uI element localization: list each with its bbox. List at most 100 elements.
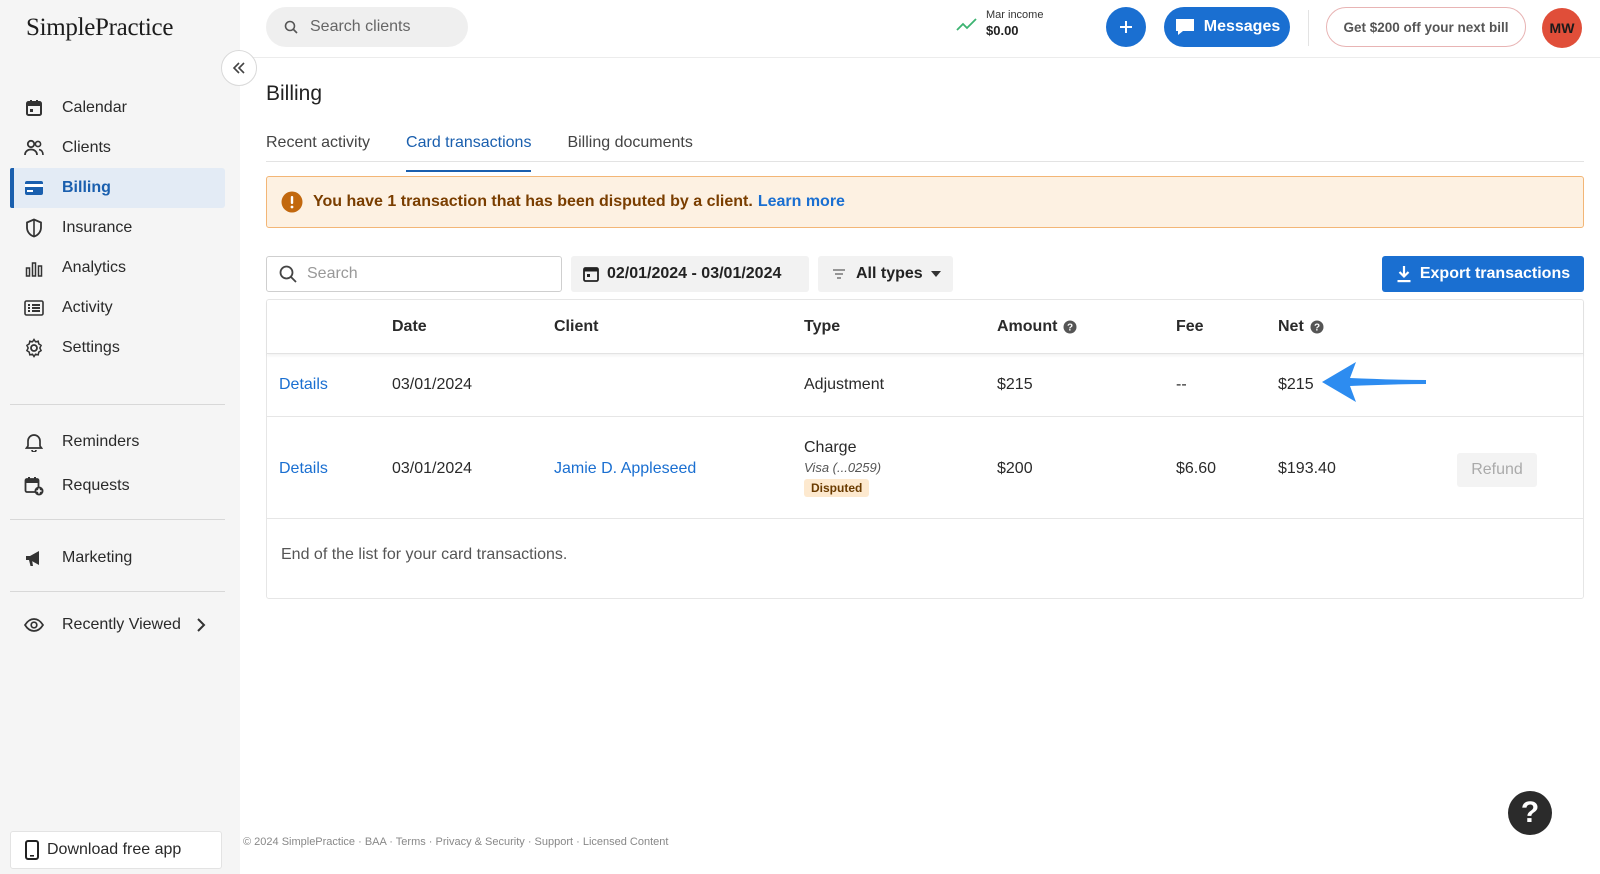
income-summary[interactable]: Mar income $0.00 (956, 9, 1043, 38)
sidebar-item-analytics[interactable]: Analytics (10, 248, 225, 288)
eye-icon (24, 615, 44, 635)
sidebar-item-billing[interactable]: Billing (10, 168, 225, 208)
megaphone-icon (24, 548, 44, 568)
svg-text:?: ? (1314, 323, 1320, 334)
sidebar-item-label: Recently Viewed (62, 616, 181, 633)
promo-button[interactable]: Get $200 off your next bill (1326, 7, 1526, 47)
column-header-amount-label: Amount (997, 318, 1058, 335)
sidebar-item-label: Settings (62, 339, 120, 356)
tab-card-transactions[interactable]: Card transactions (406, 128, 532, 172)
tab-recent-activity[interactable]: Recent activity (266, 128, 370, 164)
search-clients-placeholder: Search clients (310, 18, 411, 35)
column-header-fee: Fee (1176, 318, 1204, 335)
sidebar-item-insurance[interactable]: Insurance (10, 208, 225, 248)
column-header-net: Net ? (1278, 318, 1324, 336)
sidebar-item-label: Clients (62, 139, 111, 156)
row-client[interactable]: Jamie D. Appleseed (554, 460, 696, 478)
users-icon (24, 138, 44, 158)
income-value: $0.00 (986, 23, 1019, 38)
billing-tabs: Recent activity Card transactions Billin… (266, 128, 729, 172)
messages-label: Messages (1203, 18, 1281, 35)
secondary-nav: Reminders Requests (10, 422, 225, 506)
export-transactions-button[interactable]: Export transactions (1382, 256, 1584, 292)
collapse-sidebar-button[interactable] (221, 50, 257, 86)
user-avatar[interactable]: MW (1542, 8, 1582, 48)
gear-icon (24, 338, 44, 358)
type-filter-label: All types (856, 265, 923, 282)
nav-divider (10, 519, 225, 520)
topbar-divider (1308, 10, 1309, 46)
column-header-client: Client (554, 318, 599, 335)
sidebar-item-label: Insurance (62, 219, 133, 236)
footer-links[interactable]: © 2024 SimplePractice · BAA · Terms · Pr… (243, 836, 668, 848)
recently-viewed-nav: Recently Viewed (10, 605, 225, 645)
sidebar-item-label: Calendar (62, 99, 127, 116)
date-range-picker[interactable]: 02/01/2024 - 03/01/2024 (571, 256, 809, 292)
help-button[interactable]: ? (1508, 791, 1552, 835)
chat-bubble-icon (1174, 17, 1196, 37)
app-logo[interactable]: SimplePractice (26, 14, 173, 42)
annotation-arrow-icon (1320, 359, 1430, 410)
row-fee: $6.60 (1176, 460, 1217, 477)
details-link[interactable]: Details (279, 376, 328, 394)
dispute-alert: You have 1 transaction that has been dis… (266, 176, 1584, 228)
status-badge: Disputed (804, 479, 870, 497)
calendar-plus-icon (24, 476, 44, 496)
search-clients-input[interactable]: Search clients (266, 7, 468, 47)
warning-icon (281, 191, 303, 213)
row-amount: $215 (997, 376, 1033, 393)
sidebar-item-settings[interactable]: Settings (10, 328, 225, 368)
sidebar-item-activity[interactable]: Activity (10, 288, 225, 328)
tab-billing-documents[interactable]: Billing documents (567, 128, 692, 164)
search-icon (284, 20, 298, 34)
download-app-button[interactable]: Download free app (10, 831, 222, 869)
phone-icon (25, 840, 39, 860)
transaction-search-input[interactable]: Search (266, 256, 562, 292)
row-net: $193.40 (1278, 460, 1336, 477)
chevron-right-icon (196, 617, 206, 633)
sidebar-item-label: Billing (62, 179, 111, 196)
alert-text: You have 1 transaction that has been dis… (313, 193, 753, 210)
learn-more-link[interactable]: Learn more (758, 193, 845, 211)
transaction-search-placeholder: Search (307, 265, 358, 282)
sidebar-item-label: Requests (62, 477, 130, 494)
messages-button[interactable]: Messages (1164, 7, 1290, 47)
sidebar-item-requests[interactable]: Requests (10, 466, 225, 506)
type-filter-dropdown[interactable]: All types (818, 256, 953, 292)
help-circle-icon[interactable]: ? (1063, 320, 1077, 334)
sidebar: SimplePractice Calendar Clients Billing … (0, 0, 240, 874)
download-icon (1396, 265, 1412, 283)
double-chevron-left-icon (232, 62, 246, 74)
sidebar-item-label: Marketing (62, 549, 133, 566)
refund-button[interactable]: Refund (1457, 453, 1537, 487)
row-type: Adjustment (804, 376, 885, 393)
row-amount: $200 (997, 460, 1033, 477)
column-header-amount: Amount ? (997, 318, 1077, 336)
details-link[interactable]: Details (279, 460, 328, 478)
column-header-date: Date (392, 318, 427, 335)
row-type-label: Charge (804, 439, 857, 456)
sidebar-item-clients[interactable]: Clients (10, 128, 225, 168)
create-new-button[interactable] (1106, 7, 1146, 47)
bar-chart-icon (24, 258, 44, 278)
sidebar-item-label: Activity (62, 299, 113, 316)
table-header: Date Client Type Amount ? Fee Net ? (267, 300, 1583, 354)
row-date: 03/01/2024 (392, 376, 473, 393)
trend-up-icon (956, 17, 978, 31)
sidebar-item-reminders[interactable]: Reminders (10, 422, 225, 462)
top-bar: Search clients Mar income $0.00 Messages… (240, 0, 1600, 58)
column-header-type: Type (804, 318, 841, 335)
row-net: $215 (1278, 376, 1314, 393)
transactions-table: Date Client Type Amount ? Fee Net ? Deta… (266, 299, 1584, 599)
help-circle-icon[interactable]: ? (1310, 320, 1324, 334)
list-icon (24, 298, 44, 318)
row-type: Charge Visa (...0259) Disputed (804, 439, 881, 497)
nav-divider (10, 404, 225, 405)
column-header-net-label: Net (1278, 318, 1304, 335)
income-label: Mar income (986, 9, 1044, 21)
sidebar-item-recently-viewed[interactable]: Recently Viewed (10, 605, 225, 645)
sidebar-item-calendar[interactable]: Calendar (10, 88, 225, 128)
sidebar-item-marketing[interactable]: Marketing (10, 538, 225, 578)
sidebar-item-label: Reminders (62, 433, 140, 450)
tabs-divider (266, 161, 1584, 162)
